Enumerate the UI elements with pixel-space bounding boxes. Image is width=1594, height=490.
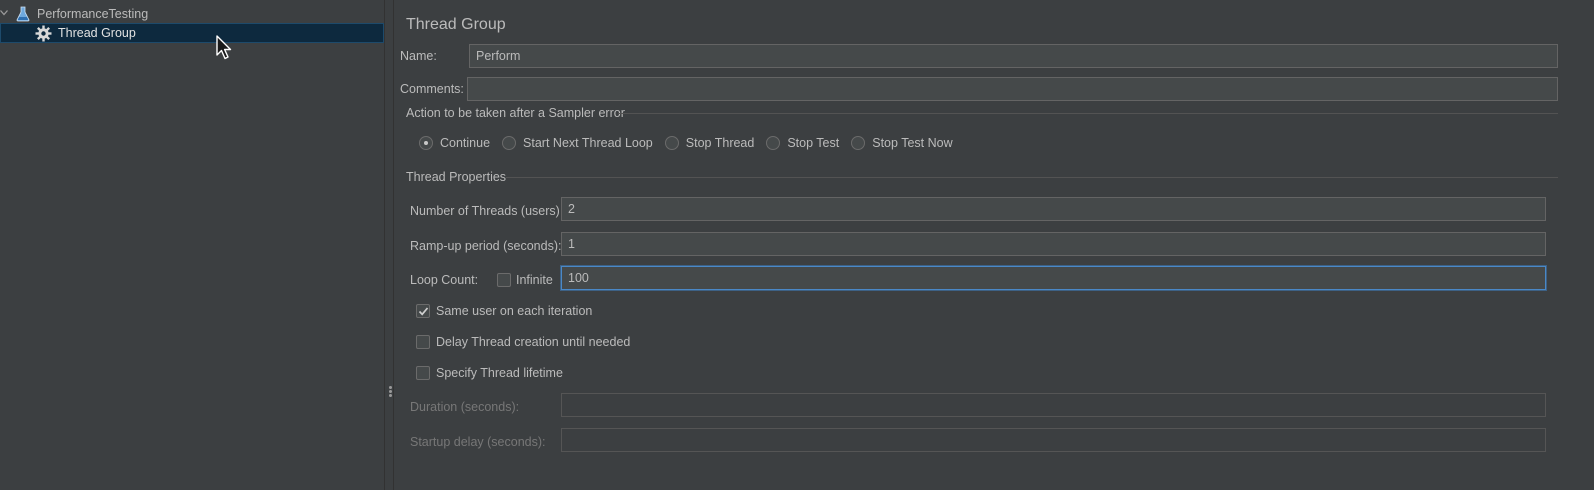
test-plan-tree: PerformanceTesting Thread Group <box>0 0 384 490</box>
radio-button[interactable] <box>419 136 433 150</box>
radio-stop-test[interactable]: Stop Test <box>766 136 839 150</box>
thread-lifetime-label: Specify Thread lifetime <box>436 366 563 380</box>
sampler-error-section-title: Action to be taken after a Sampler error <box>406 106 625 120</box>
radio-stop-thread[interactable]: Stop Thread <box>664 136 754 150</box>
loop-count-label: Loop Count: <box>410 273 479 287</box>
panel-splitter[interactable] <box>384 0 394 490</box>
same-user-label: Same user on each iteration <box>436 304 593 318</box>
splitter-grip-icon[interactable] <box>387 385 393 399</box>
thread-properties-section-title: Thread Properties <box>406 170 507 184</box>
same-user-checkbox[interactable] <box>416 304 430 318</box>
jmeter-window: PerformanceTesting Thread Group Thread G… <box>0 0 1594 490</box>
startup-delay-label: Startup delay (seconds): <box>410 435 546 449</box>
comments-label: Comments: <box>400 82 464 96</box>
flask-icon <box>16 6 30 22</box>
delay-thread-label: Delay Thread creation until needed <box>436 335 631 349</box>
loop-count-input[interactable] <box>561 266 1546 290</box>
infinite-label: Infinite <box>516 273 553 287</box>
section-divider <box>618 113 1558 114</box>
tree-node-label: PerformanceTesting <box>37 7 149 21</box>
threads-label: Number of Threads (users): <box>410 204 564 218</box>
radio-button[interactable] <box>766 136 781 150</box>
radio-continue[interactable]: Continue <box>419 136 490 150</box>
name-input[interactable] <box>469 44 1558 68</box>
comments-input[interactable] <box>467 77 1558 101</box>
thread-lifetime-checkbox[interactable] <box>416 366 430 380</box>
rampup-input[interactable] <box>561 232 1546 256</box>
gear-icon <box>35 25 52 42</box>
radio-button[interactable] <box>664 136 679 150</box>
page-title: Thread Group <box>406 16 506 33</box>
tree-node-label: Thread Group <box>58 26 136 40</box>
chevron-down-icon[interactable] <box>0 4 10 24</box>
radio-button[interactable] <box>851 136 866 150</box>
thread-group-editor: Thread Group Name: Comments: Action to b… <box>394 0 1594 490</box>
threads-input[interactable] <box>561 197 1546 221</box>
duration-label: Duration (seconds): <box>410 400 520 414</box>
tree-node-performance-testing[interactable]: PerformanceTesting <box>0 4 384 24</box>
radio-start-next-thread-loop[interactable]: Start Next Thread Loop <box>502 136 653 150</box>
radio-button[interactable] <box>502 136 517 150</box>
radio-stop-test-now[interactable]: Stop Test Now <box>851 136 953 150</box>
checkmark-icon <box>418 307 429 316</box>
section-divider <box>506 177 1558 178</box>
name-label: Name: <box>400 49 437 63</box>
sampler-error-radio-group: Continue Start Next Thread Loop Stop Thr… <box>419 133 965 153</box>
delay-thread-checkbox[interactable] <box>416 335 430 349</box>
tree-node-thread-group[interactable]: Thread Group <box>0 23 384 43</box>
infinite-checkbox[interactable] <box>497 273 511 287</box>
rampup-label: Ramp-up period (seconds): <box>410 239 562 253</box>
mouse-cursor-icon <box>216 35 234 61</box>
startup-delay-input[interactable] <box>561 428 1546 452</box>
duration-input[interactable] <box>561 393 1546 417</box>
